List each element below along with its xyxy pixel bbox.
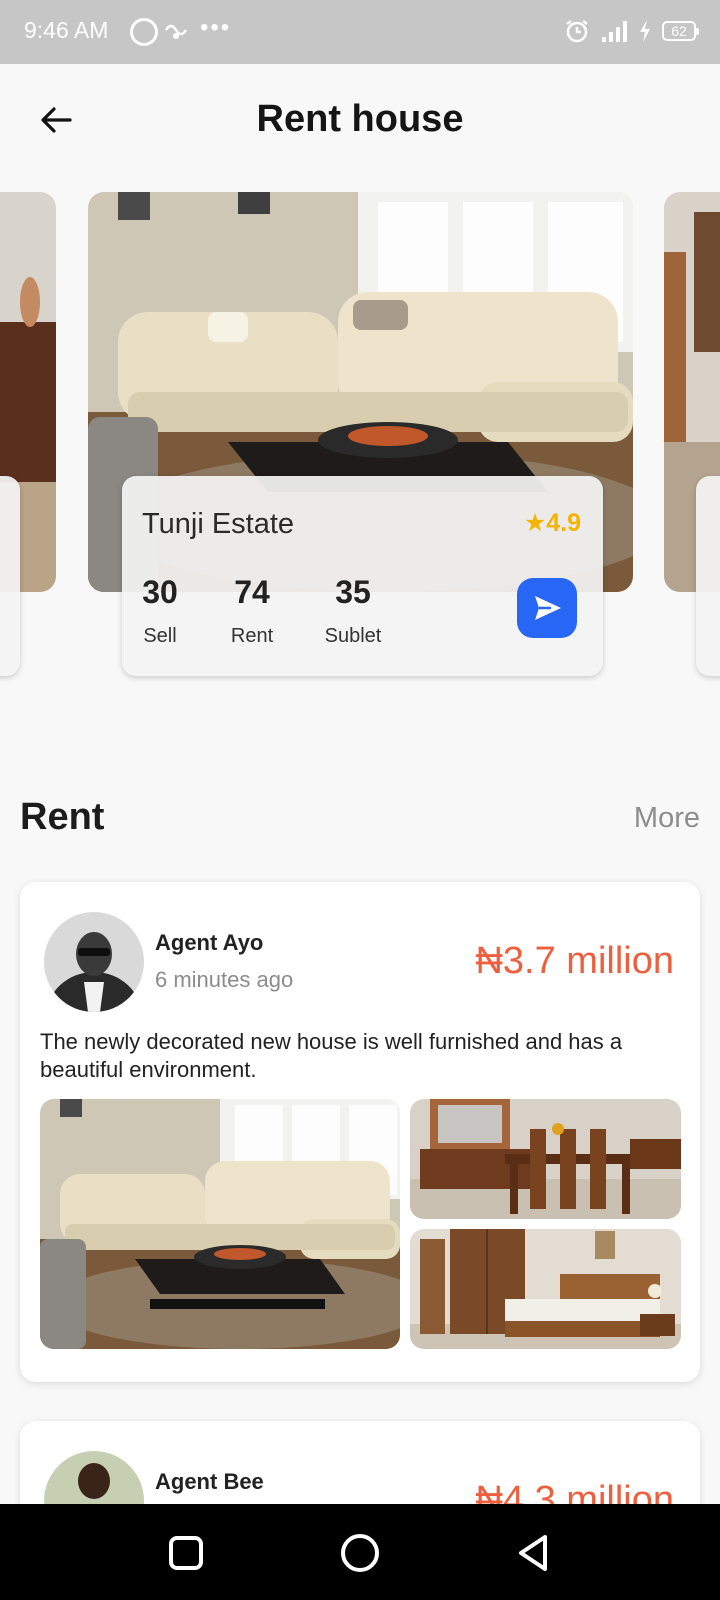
more-notifications-icon: ••• bbox=[200, 14, 232, 41]
post-time: 6 minutes ago bbox=[155, 967, 294, 992]
estate-rating: ★4.9 bbox=[524, 508, 581, 538]
agent-name: Agent Bee bbox=[155, 1469, 264, 1494]
stat-value: 30 bbox=[142, 574, 178, 610]
stat-label: Rent bbox=[230, 625, 274, 647]
alarm-icon bbox=[566, 20, 588, 43]
status-bar: 9:46 AM ••• 62 bbox=[0, 0, 720, 64]
stat-value: 35 bbox=[335, 574, 371, 610]
listing-price: ₦3.7 million bbox=[475, 940, 674, 982]
stat-sublet: 35 Sublet bbox=[320, 574, 386, 648]
send-button[interactable] bbox=[517, 578, 577, 638]
system-navigation-bar bbox=[0, 1504, 720, 1600]
estate-card-previous[interactable] bbox=[0, 476, 20, 676]
stat-sell: 30 Sell bbox=[138, 574, 182, 648]
section-title: Rent bbox=[20, 796, 105, 838]
rating-value: 4.9 bbox=[546, 509, 581, 537]
charging-icon bbox=[640, 20, 650, 42]
app-header: Rent house bbox=[0, 64, 720, 176]
battery-icon: 62 bbox=[662, 21, 699, 41]
estate-info-card[interactable]: Tunji Estate ★4.9 30 Sell 74 Rent 35 Sub… bbox=[122, 476, 603, 676]
agent-name: Agent Ayo bbox=[155, 930, 264, 955]
listing-description: The newly decorated new house is well fu… bbox=[40, 1029, 623, 1082]
stat-rent: 74 Rent bbox=[226, 574, 278, 648]
stat-label: Sell bbox=[143, 625, 177, 647]
listing-card[interactable]: Agent Ayo 6 minutes ago ₦3.7 million The… bbox=[20, 882, 700, 1382]
status-time: 9:46 AM bbox=[24, 17, 109, 43]
signal-icon bbox=[602, 21, 627, 42]
notification-app-icon-2 bbox=[164, 24, 188, 39]
back-icon[interactable] bbox=[507, 1526, 561, 1580]
notification-app-icon bbox=[130, 18, 158, 46]
send-icon bbox=[535, 596, 561, 620]
estate-carousel[interactable]: Tunji Estate ★4.9 30 Sell 74 Rent 35 Sub… bbox=[0, 192, 720, 682]
page-title: Rent house bbox=[256, 98, 464, 140]
stat-label: Sublet bbox=[324, 625, 382, 647]
estate-card-next[interactable] bbox=[696, 476, 720, 676]
listing-photo-bedroom[interactable] bbox=[410, 1229, 681, 1349]
estate-name: Tunji Estate bbox=[142, 508, 295, 540]
more-link[interactable]: More bbox=[634, 802, 700, 835]
listing-photo-dining-room[interactable] bbox=[410, 1099, 681, 1219]
home-icon[interactable] bbox=[333, 1526, 387, 1580]
recent-apps-icon[interactable] bbox=[159, 1526, 213, 1580]
agent-avatar[interactable] bbox=[44, 912, 144, 1012]
star-icon: ★ bbox=[523, 509, 547, 537]
stat-value: 74 bbox=[234, 574, 270, 610]
listing-photo-living-room[interactable] bbox=[40, 1099, 400, 1349]
